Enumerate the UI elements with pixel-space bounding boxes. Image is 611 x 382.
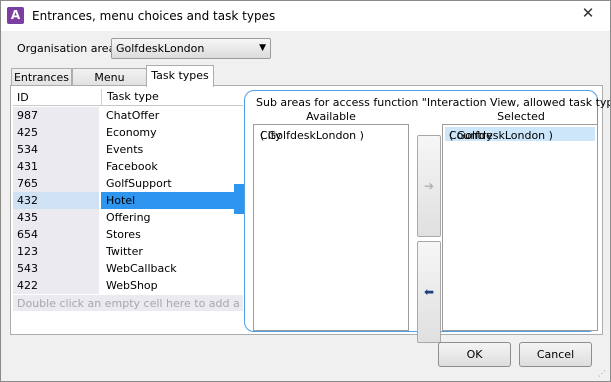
list-item-selected[interactable]: Country ( GolfdeskLondon ): [445, 127, 595, 142]
table-row[interactable]: 534 Events: [13, 141, 243, 158]
list-item[interactable]: City ( GolfdeskLondon ): [256, 127, 406, 142]
cancel-button[interactable]: Cancel: [519, 342, 592, 367]
cell-id[interactable]: 765: [13, 175, 99, 192]
table-row[interactable]: 422 WebShop: [13, 277, 243, 294]
resize-grip-icon[interactable]: ⋰: [598, 369, 606, 378]
selected-label: Selected: [497, 110, 545, 123]
cell-task-type[interactable]: GolfSupport: [101, 175, 243, 192]
cell-id[interactable]: 435: [13, 209, 99, 226]
cell-task-type[interactable]: Hotel: [101, 192, 243, 209]
tab-menu-choices[interactable]: Menu choices: [72, 68, 147, 101]
chevron-down-icon: ▼: [259, 43, 266, 53]
column-header-task-type[interactable]: Task type: [101, 89, 159, 105]
cell-task-type[interactable]: Facebook: [101, 158, 243, 175]
tab-entrances[interactable]: Entrances: [11, 68, 72, 86]
table-row[interactable]: 654 Stores: [13, 226, 243, 243]
sub-areas-title: Sub areas for access function "Interacti…: [256, 96, 611, 109]
table-row-selected[interactable]: 432 Hotel: [13, 192, 243, 209]
task-types-panel: ID Task type 987 ChatOffer 425 Economy 5…: [10, 85, 610, 343]
sub-areas-box: Sub areas for access function "Interacti…: [244, 90, 610, 343]
app-icon: A: [7, 7, 24, 24]
cell-task-type[interactable]: Events: [101, 141, 243, 158]
cell-id[interactable]: 543: [13, 260, 99, 277]
available-list[interactable]: City ( GolfdeskLondon ): [253, 124, 409, 331]
cell-id[interactable]: 425: [13, 124, 99, 141]
cell-id[interactable]: 432: [13, 192, 99, 209]
cell-id[interactable]: 422: [13, 277, 99, 294]
table-row[interactable]: 765 GolfSupport: [13, 175, 243, 192]
cell-id[interactable]: 431: [13, 158, 99, 175]
title-bar: A Entrances, menu choices and task types…: [1, 1, 610, 31]
table-row[interactable]: 431 Facebook: [13, 158, 243, 175]
table-row[interactable]: 425 Economy: [13, 124, 243, 141]
selected-list[interactable]: Country ( GolfdeskLondon ): [442, 124, 598, 331]
cell-id[interactable]: 654: [13, 226, 99, 243]
tab-task-types[interactable]: Task types: [146, 65, 214, 87]
arrow-right-icon: ➔: [423, 179, 435, 193]
new-row-hint[interactable]: Double click an empty cell here to add a…: [13, 295, 266, 311]
organisation-area-value: GolfdeskLondon: [116, 42, 205, 55]
remove-button[interactable]: ⬅: [417, 241, 441, 343]
available-label: Available: [306, 110, 356, 123]
table-row[interactable]: 435 Offering: [13, 209, 243, 226]
organisation-area-select[interactable]: GolfdeskLondon ▼: [111, 38, 271, 59]
cell-task-type[interactable]: WebCallback: [101, 260, 243, 277]
cell-task-type[interactable]: WebShop: [101, 277, 243, 294]
cell-id[interactable]: 123: [13, 243, 99, 260]
grid-header: ID Task type: [13, 89, 243, 106]
table-row[interactable]: 987 ChatOffer: [13, 107, 243, 124]
table-row[interactable]: 543 WebCallback: [13, 260, 243, 277]
sub-area-org: ( GolfdeskLondon ): [449, 129, 553, 142]
column-header-id[interactable]: ID: [17, 91, 29, 104]
cell-id[interactable]: 534: [13, 141, 99, 158]
dialog-window: A Entrances, menu choices and task types…: [0, 0, 611, 382]
cell-task-type[interactable]: Offering: [101, 209, 243, 226]
cell-id[interactable]: 987: [13, 107, 99, 124]
sub-area-org: ( GolfdeskLondon ): [260, 129, 364, 142]
organisation-area-label: Organisation area: [17, 42, 116, 55]
table-row[interactable]: 123 Twitter: [13, 243, 243, 260]
close-button[interactable]: ✕: [569, 2, 607, 24]
ok-button[interactable]: OK: [438, 342, 511, 367]
window-title: Entrances, menu choices and task types: [32, 9, 276, 23]
arrow-left-icon: ⬅: [423, 285, 435, 299]
add-button[interactable]: ➔: [417, 135, 441, 237]
cell-task-type[interactable]: ChatOffer: [101, 107, 243, 124]
cell-task-type[interactable]: Stores: [101, 226, 243, 243]
cell-task-type[interactable]: Twitter: [101, 243, 243, 260]
cell-task-type[interactable]: Economy: [101, 124, 243, 141]
